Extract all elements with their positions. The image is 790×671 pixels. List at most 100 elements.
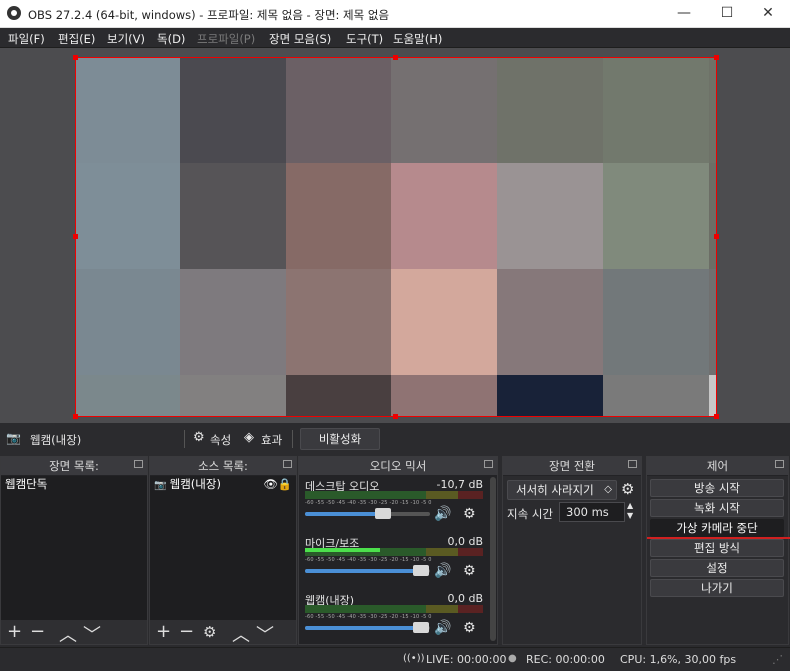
resize-handle[interactable] (73, 234, 78, 239)
resize-handle[interactable] (73, 414, 78, 419)
source-properties-icon[interactable]: ⚙ (203, 623, 216, 641)
preview-tile (709, 375, 717, 417)
transition-type: 서서히 사라지기 (516, 483, 594, 497)
mixer-scrollbar[interactable] (490, 477, 496, 641)
menu-profile[interactable]: 프로파일(P) (197, 31, 255, 47)
gear-icon[interactable]: ⚙ (621, 480, 634, 498)
controls-title: 제어 (706, 459, 729, 473)
menu-dock[interactable]: 독(D) (157, 31, 185, 47)
maximize-button[interactable]: ☐ (705, 0, 749, 28)
menu-edit[interactable]: 편집(E) (58, 31, 95, 47)
mixer-channel: 마이크/보조 0,0 dB -60 -55 -50 -45 -40 -35 -3… (303, 535, 485, 587)
start-streaming-button[interactable]: 방송 시작 (650, 479, 784, 497)
close-button[interactable]: ✕ (746, 0, 790, 28)
start-recording-button[interactable]: 녹화 시작 (650, 499, 784, 517)
transitions-dock: 장면 전환 서서히 사라지기 ◇ ⚙ 지속 시간 300 ms ▲ ▼ (502, 456, 642, 645)
speaker-icon[interactable]: 🔊 (434, 563, 451, 579)
resize-handle[interactable] (714, 414, 719, 419)
preview-tile (75, 57, 180, 163)
preview-tile (286, 57, 391, 163)
scene-list[interactable]: 웹캠단독 (1, 476, 147, 620)
resize-handle[interactable] (714, 234, 719, 239)
properties-button[interactable]: 속성 (210, 432, 231, 448)
rec-timer: REC: 00:00:00 (526, 653, 605, 666)
resize-grip-icon[interactable]: ⋰ (772, 653, 783, 666)
source-list[interactable]: 📷 웹캠(내장) 👁 🔒 (150, 476, 296, 620)
gear-icon: ⚙ (193, 430, 205, 445)
popout-icon[interactable] (628, 460, 637, 468)
volume-slider[interactable] (305, 508, 430, 519)
menu-bar: 파일(F) 편집(E) 보기(V) 독(D) 프로파일(P) 장면 모음(S) … (0, 28, 790, 48)
popout-icon[interactable] (134, 460, 143, 468)
move-down-icon[interactable]: ﹀ (256, 621, 274, 647)
source-name: 웹캠(내장) (169, 477, 221, 491)
move-up-icon[interactable]: ︿ (232, 621, 250, 647)
live-timer: LIVE: 00:00:00 (426, 653, 507, 666)
volume-meter (305, 605, 483, 613)
move-down-icon[interactable]: ﹀ (83, 621, 101, 647)
filter-icon: ◈ (244, 430, 254, 445)
rec-dot-icon: ● (508, 653, 517, 664)
menu-file[interactable]: 파일(F) (8, 31, 45, 47)
preview-tile (603, 57, 709, 163)
scenes-dock: 장면 목록: 웹캠단독 + − ︿ ﹀ (0, 456, 148, 647)
source-item[interactable]: 📷 웹캠(내장) 👁 🔒 (150, 476, 296, 493)
popout-icon[interactable] (775, 460, 784, 468)
studio-mode-button[interactable]: 편집 방식 (650, 539, 784, 557)
settings-button[interactable]: 설정 (650, 559, 784, 577)
menu-scene-collection[interactable]: 장면 모음(S) (269, 31, 331, 47)
webcam-preview-canvas[interactable] (75, 57, 717, 417)
deactivate-button[interactable]: 비활성화 (300, 428, 380, 450)
preview-tile (180, 375, 286, 417)
channel-db: 0,0 dB (447, 535, 483, 548)
gear-icon[interactable]: ⚙ (463, 506, 476, 522)
sources-title: 소스 목록 (198, 459, 245, 473)
lock-icon[interactable]: 🔒 (278, 476, 292, 492)
menu-help[interactable]: 도움말(H) (393, 31, 442, 47)
preview-tile (286, 269, 391, 375)
remove-source-button[interactable]: − (179, 621, 194, 642)
resize-handle[interactable] (73, 55, 78, 60)
preview-tile (709, 269, 717, 375)
exit-button[interactable]: 나가기 (650, 579, 784, 597)
eye-icon[interactable]: 👁 (263, 476, 278, 492)
resize-handle[interactable] (393, 414, 398, 419)
volume-slider[interactable] (305, 565, 430, 576)
window-title: OBS 27.2.4 (64-bit, windows) - 프로파일: 제목 … (28, 8, 390, 22)
preview-tile (497, 163, 603, 269)
menu-tools[interactable]: 도구(T) (346, 31, 383, 47)
channel-db: 0,0 dB (447, 592, 483, 605)
speaker-icon[interactable]: 🔊 (434, 620, 451, 636)
add-scene-button[interactable]: + (7, 621, 22, 642)
resize-handle[interactable] (714, 55, 719, 60)
transitions-title: 장면 전환 (549, 459, 595, 473)
volume-meter (305, 548, 483, 556)
remove-scene-button[interactable]: − (30, 621, 45, 642)
filters-button[interactable]: 효과 (261, 432, 282, 448)
cpu-fps: CPU: 1,6%, 30,00 fps (620, 653, 737, 666)
duration-stepper[interactable]: ▲ ▼ (627, 501, 633, 521)
audio-mixer-dock: 오디오 믹서 데스크탑 오디오 -10,7 dB -60 -55 -50 -45… (298, 456, 498, 645)
preview-tile (497, 57, 603, 163)
menu-view[interactable]: 보기(V) (107, 31, 145, 47)
controls-dock: 제어 방송 시작 녹화 시작 가상 카메라 중단 편집 방식 설정 나가기 (646, 456, 790, 645)
preview-tile (391, 57, 497, 163)
popout-icon[interactable] (484, 460, 493, 468)
mixer-channel: 웹캠(내장) 0,0 dB -60 -55 -50 -45 -40 -35 -3… (303, 592, 485, 644)
resize-handle[interactable] (393, 55, 398, 60)
preview-tile (75, 375, 180, 417)
gear-icon[interactable]: ⚙ (463, 563, 476, 579)
popout-icon[interactable] (283, 460, 292, 468)
preview-tile (497, 269, 603, 375)
preview-tile (497, 375, 603, 417)
add-source-button[interactable]: + (156, 621, 171, 642)
scene-item[interactable]: 웹캠단독 (1, 476, 147, 493)
stop-virtual-camera-button[interactable]: 가상 카메라 중단 (650, 519, 784, 537)
volume-slider[interactable] (305, 622, 430, 633)
transition-select[interactable]: 서서히 사라지기 ◇ (507, 480, 617, 500)
duration-input[interactable]: 300 ms (559, 502, 625, 522)
move-up-icon[interactable]: ︿ (59, 621, 77, 647)
minimize-button[interactable]: — (662, 0, 706, 28)
gear-icon[interactable]: ⚙ (463, 620, 476, 636)
speaker-icon[interactable]: 🔊 (434, 506, 451, 522)
